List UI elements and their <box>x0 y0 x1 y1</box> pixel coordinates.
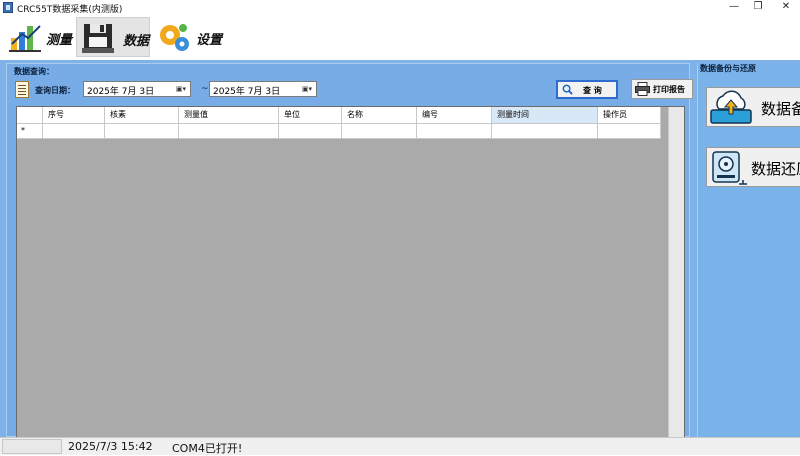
backup-button-label: 数据备 <box>761 100 800 118</box>
calendar-dropdown-icon[interactable]: ▣▾ <box>174 85 188 94</box>
column-header[interactable]: 单位 <box>279 107 342 124</box>
app-icon <box>3 2 13 13</box>
floppy-icon <box>82 24 114 53</box>
grid-cell[interactable] <box>279 124 342 139</box>
column-header[interactable]: 测量值 <box>179 107 279 124</box>
toolbar-data-button[interactable]: 数据 <box>76 17 150 57</box>
grid-cell[interactable] <box>105 124 179 139</box>
column-header[interactable]: 名称 <box>342 107 417 124</box>
cloud-upload-icon <box>710 90 752 124</box>
end-date-value: 2025年 7月 3日 <box>213 87 281 97</box>
date-range-separator: ~ <box>201 84 209 94</box>
main-toolbar: 测量 数据 设置 <box>0 16 800 60</box>
print-report-label: 打印报告 <box>653 85 685 94</box>
status-bar: 2025/7/3 15:42 COM4已打开! <box>0 437 800 455</box>
main-area: 数据查询： 查询日期： 2025年 7月 3日 ▣▾ ~ 2025年 7月 3日… <box>0 60 800 438</box>
grid-cell[interactable] <box>342 124 417 139</box>
magnifier-icon <box>562 84 573 95</box>
data-query-panel: 数据查询： 查询日期： 2025年 7月 3日 ▣▾ ~ 2025年 7月 3日… <box>6 63 693 438</box>
grid-cell[interactable] <box>179 124 279 139</box>
data-query-group-title: 数据查询： <box>14 67 54 76</box>
calendar-icon <box>15 81 29 98</box>
column-header[interactable]: 操作员 <box>598 107 661 124</box>
status-panel-empty <box>2 439 62 454</box>
grid-cell[interactable] <box>492 124 598 139</box>
status-port: COM4已打开! <box>172 442 243 455</box>
grid-cell[interactable] <box>43 124 105 139</box>
end-date-picker[interactable]: 2025年 7月 3日 ▣▾ <box>209 81 317 97</box>
print-report-button[interactable]: 打印报告 <box>631 79 693 99</box>
restore-button[interactable]: 数据还原 <box>706 147 800 187</box>
status-datetime: 2025/7/3 15:42 <box>68 440 153 453</box>
new-row-marker: * <box>17 124 43 139</box>
row-header-corner <box>17 107 43 124</box>
column-header[interactable]: 核素 <box>105 107 179 124</box>
grid-vertical-scrollbar[interactable] <box>668 107 684 437</box>
backup-group-title: 数据备份与还原 <box>700 64 756 73</box>
toolbar-measure-label: 测量 <box>46 33 73 48</box>
toolbar-settings-label: 设置 <box>196 33 223 48</box>
backup-button[interactable]: 数据备 <box>706 87 800 127</box>
grid-cell[interactable] <box>598 124 661 139</box>
query-date-label: 查询日期： <box>35 86 75 95</box>
hard-disk-icon <box>712 151 747 185</box>
title-bar: CRC55T数据采集(内测版) — ❐ ✕ <box>0 0 800 16</box>
chart-icon <box>9 25 41 52</box>
gears-icon <box>160 24 189 51</box>
column-header-selected[interactable]: 测量时间 <box>492 107 598 124</box>
close-button[interactable]: ✕ <box>768 0 800 16</box>
backup-restore-panel: 数据备份与还原 数据备 数据还原 <box>697 63 800 437</box>
toolbar-measure-button[interactable]: 测量 <box>4 17 74 57</box>
query-button[interactable]: 查 询 <box>556 80 618 99</box>
query-row: 查询日期： 2025年 7月 3日 ▣▾ ~ 2025年 7月 3日 ▣▾ 查 … <box>15 78 693 100</box>
start-date-picker[interactable]: 2025年 7月 3日 ▣▾ <box>83 81 191 97</box>
query-button-label: 查 询 <box>583 86 602 95</box>
column-header[interactable]: 序号 <box>43 107 105 124</box>
start-date-value: 2025年 7月 3日 <box>87 87 155 97</box>
data-grid[interactable]: 序号 核素 测量值 单位 名称 编号 测量时间 操作员 * <box>16 106 685 438</box>
toolbar-settings-button[interactable]: 设置 <box>152 17 224 57</box>
restore-button-label: 数据还原 <box>751 160 800 178</box>
column-header[interactable]: 编号 <box>417 107 492 124</box>
printer-icon <box>635 82 650 96</box>
grid-cell[interactable] <box>417 124 492 139</box>
window-title: CRC55T数据采集(内测版) <box>17 5 123 15</box>
toolbar-data-label: 数据 <box>123 34 150 49</box>
calendar-dropdown-icon[interactable]: ▣▾ <box>300 85 314 94</box>
